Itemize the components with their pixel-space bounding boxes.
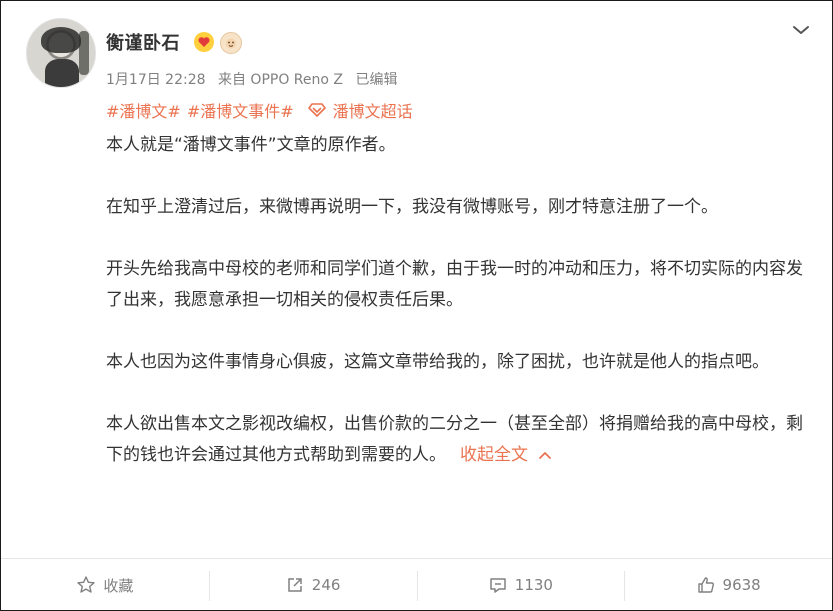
collapse-full-text-link[interactable]: 收起全文 bbox=[460, 445, 552, 465]
post-source: 来自 OPPO Reno Z bbox=[217, 72, 343, 88]
star-icon bbox=[77, 576, 96, 593]
like-count: 9638 bbox=[722, 576, 761, 594]
content-paragraph: 本人欲出售本文之影视改编权，出售价款的二分之一（甚至全部）将捐赠给我的高中母校，… bbox=[106, 414, 803, 465]
content-paragraph: 在知乎上澄清过后，来微博再说明一下，我没有微博账号，刚才特意注册了一个。 bbox=[106, 197, 718, 217]
post-meta: 1月17日 22:28 来自 OPPO Reno Z 已编辑 bbox=[106, 69, 397, 89]
content-paragraph: 本人就是“潘博文事件”文章的原作者。 bbox=[106, 135, 396, 155]
content-paragraph-last: 本人欲出售本文之影视改编权，出售价款的二分之一（甚至全部）将捐赠给我的高中母校，… bbox=[106, 409, 806, 471]
weibo-post-card: 衡谨卧石 1月17日 22:28 来自 OPPO Reno Z 已编辑 #潘博文… bbox=[0, 0, 833, 611]
chevron-up-icon bbox=[539, 452, 551, 459]
repost-count: 246 bbox=[311, 576, 341, 594]
topic-tag-link[interactable]: #潘博文# bbox=[106, 98, 181, 122]
avatar-hair-shape bbox=[41, 27, 81, 53]
content-paragraph: 开头先给我高中母校的老师和同学们道个歉，由于我一时的冲动和压力，将不切实际的内容… bbox=[106, 259, 803, 310]
author-badges bbox=[194, 32, 242, 54]
collapse-label: 收起全文 bbox=[460, 445, 528, 465]
post-time-link[interactable]: 1月17日 22:28 bbox=[106, 72, 206, 88]
repost-button[interactable]: 246 bbox=[208, 559, 417, 611]
comment-button[interactable]: 1130 bbox=[416, 559, 625, 611]
diamond-icon bbox=[307, 103, 326, 117]
like-button[interactable]: 9638 bbox=[624, 559, 832, 611]
author-avatar[interactable] bbox=[26, 18, 96, 88]
post-action-toolbar: 收藏 246 1130 9638 bbox=[1, 558, 832, 611]
super-topic-link[interactable]: 潘博文超话 bbox=[307, 98, 413, 122]
thumbs-up-icon bbox=[697, 577, 714, 593]
repost-icon bbox=[288, 578, 302, 592]
super-topic-label: 潘博文超话 bbox=[332, 102, 413, 121]
favorite-label: 收藏 bbox=[103, 576, 134, 595]
topic-tag-link[interactable]: #潘博文事件# bbox=[187, 98, 294, 122]
topic-tags: #潘博文# #潘博文事件# 潘博文超话 bbox=[106, 98, 413, 122]
post-content: 本人就是“潘博文事件”文章的原作者。 在知乎上澄清过后，来微博再说明一下，我没有… bbox=[106, 130, 806, 471]
author-name[interactable]: 衡谨卧石 bbox=[106, 29, 180, 55]
fire-heart-badge-icon[interactable] bbox=[194, 32, 214, 52]
favorite-button[interactable]: 收藏 bbox=[1, 559, 209, 611]
chevron-down-icon[interactable] bbox=[791, 23, 811, 37]
avatar-body-shape bbox=[45, 59, 79, 87]
content-paragraph: 本人也因为这件事情身心俱疲，这篇文章带给我的，除了困扰，也许就是他人的指点吧。 bbox=[106, 352, 769, 372]
edited-label[interactable]: 已编辑 bbox=[355, 72, 397, 88]
comment-count: 1130 bbox=[514, 576, 553, 594]
monkey-face-badge-icon[interactable] bbox=[220, 32, 242, 54]
comment-icon bbox=[490, 578, 506, 593]
